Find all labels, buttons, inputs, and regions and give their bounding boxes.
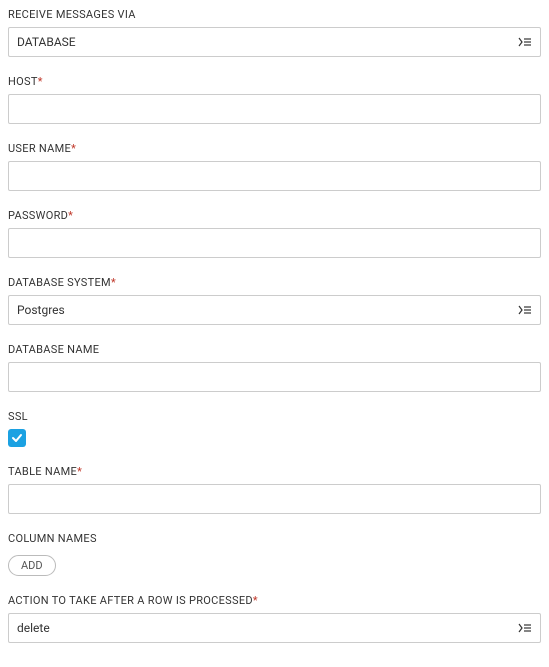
select-value-receive-via: DATABASE [17, 35, 76, 49]
check-icon [11, 432, 23, 444]
input-db-name[interactable] [8, 362, 541, 392]
required-icon: * [68, 209, 73, 222]
select-receive-via[interactable]: DATABASE [8, 27, 541, 57]
required-icon: * [71, 142, 76, 155]
field-receive-via: RECEIVE MESSAGES VIA DATABASE [8, 8, 541, 57]
input-host[interactable] [8, 94, 541, 124]
label-username: USER NAME* [8, 142, 541, 155]
label-ssl: SSL [8, 410, 541, 423]
input-password[interactable] [8, 228, 541, 258]
field-host: HOST* [8, 75, 541, 124]
field-username: USER NAME* [8, 142, 541, 191]
dropdown-icon [518, 303, 532, 317]
field-db-name: DATABASE NAME [8, 343, 541, 392]
field-action: ACTION TO TAKE AFTER A ROW IS PROCESSED*… [8, 594, 541, 643]
input-table-name[interactable] [8, 484, 541, 514]
required-icon: * [111, 276, 116, 289]
required-icon: * [38, 75, 43, 88]
label-password: PASSWORD* [8, 209, 541, 222]
field-db-system: DATABASE SYSTEM* Postgres [8, 276, 541, 325]
field-ssl: SSL [8, 410, 541, 447]
checkbox-ssl[interactable] [8, 429, 26, 447]
label-action: ACTION TO TAKE AFTER A ROW IS PROCESSED* [8, 594, 541, 607]
field-password: PASSWORD* [8, 209, 541, 258]
label-receive-via: RECEIVE MESSAGES VIA [8, 8, 541, 21]
field-table-name: TABLE NAME* [8, 465, 541, 514]
add-button[interactable]: ADD [8, 555, 56, 576]
label-table-name: TABLE NAME* [8, 465, 541, 478]
select-value-action: delete [17, 621, 50, 635]
select-action[interactable]: delete [8, 613, 541, 643]
dropdown-icon [518, 621, 532, 635]
field-column-names: COLUMN NAMES ADD [8, 532, 541, 576]
label-column-names: COLUMN NAMES [8, 532, 541, 545]
select-value-db-system: Postgres [17, 303, 65, 317]
dropdown-icon [518, 35, 532, 49]
input-username[interactable] [8, 161, 541, 191]
required-icon: * [253, 594, 258, 607]
label-db-name: DATABASE NAME [8, 343, 541, 356]
label-db-system: DATABASE SYSTEM* [8, 276, 541, 289]
label-host: HOST* [8, 75, 541, 88]
required-icon: * [77, 465, 82, 478]
select-db-system[interactable]: Postgres [8, 295, 541, 325]
